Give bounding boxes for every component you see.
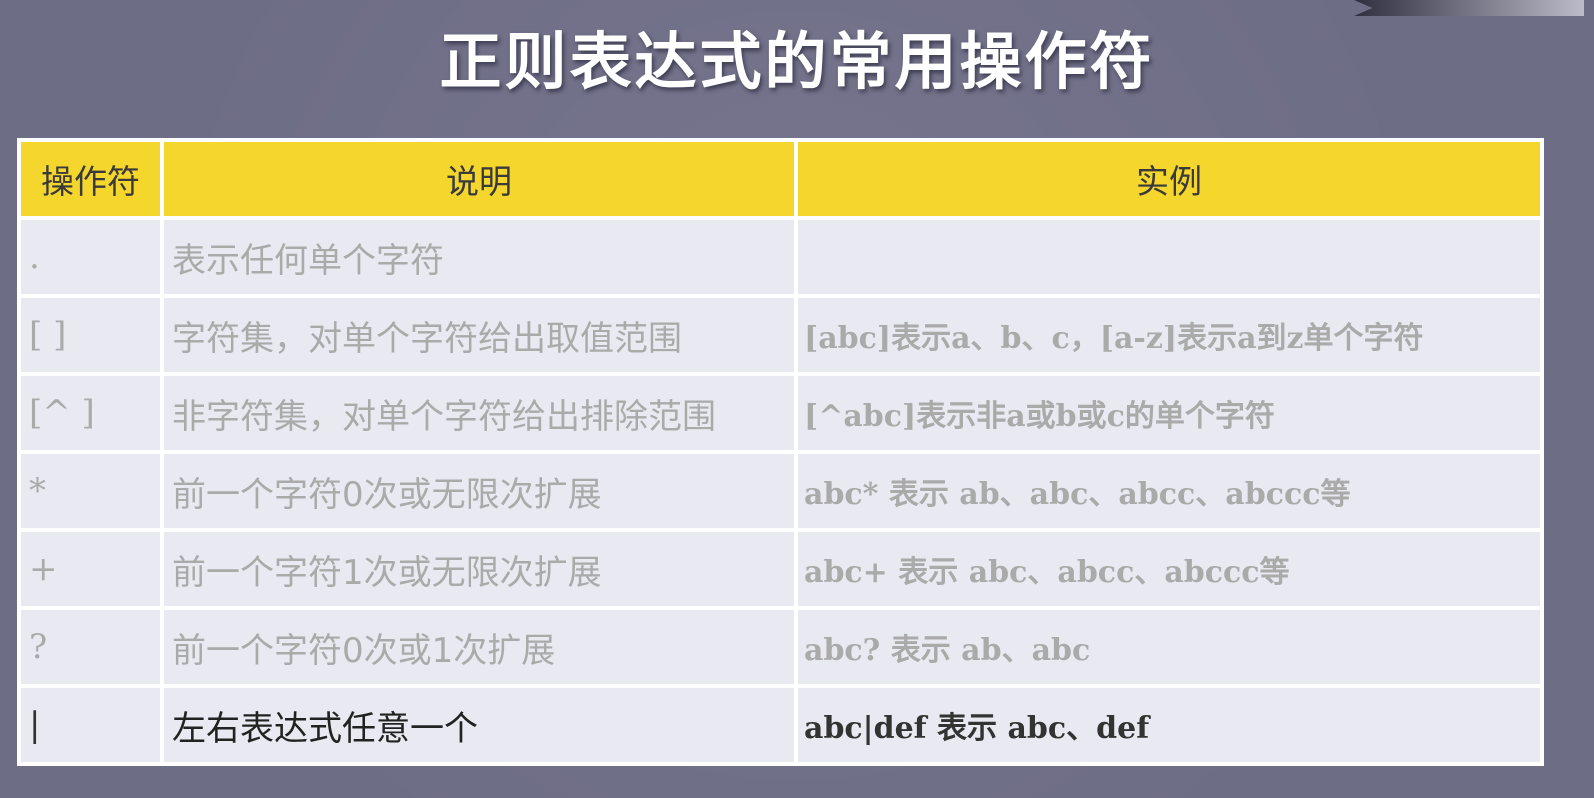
example-cell: abc* 表示 ab、abc、abcc、abccc等: [798, 454, 1540, 528]
operator-cell: .: [21, 220, 160, 294]
table-row: [ ] 字符集，对单个字符给出取值范围 [abc]表示a、b、c，[a-z]表示…: [21, 298, 1540, 372]
operator-cell: *: [21, 454, 160, 528]
example-cell: [^abc]表示非a或b或c的单个字符: [798, 376, 1540, 450]
operator-cell: [ ]: [21, 298, 160, 372]
table-row: ? 前一个字符0次或1次扩展 abc? 表示 ab、abc: [21, 610, 1540, 684]
example-cell: abc+ 表示 abc、abcc、abccc等: [798, 532, 1540, 606]
corner-watermark: [1354, 0, 1584, 16]
description-cell: 前一个字符1次或无限次扩展: [164, 532, 794, 606]
operator-cell: [^ ]: [21, 376, 160, 450]
example-cell: abc|def 表示 abc、def: [798, 688, 1540, 762]
example-cell: [abc]表示a、b、c，[a-z]表示a到z单个字符: [798, 298, 1540, 372]
example-cell: [798, 220, 1540, 294]
description-cell: 非字符集，对单个字符给出排除范围: [164, 376, 794, 450]
table-header-row: 操作符 说明 实例: [21, 142, 1540, 216]
operator-cell: |: [21, 688, 160, 762]
header-description: 说明: [164, 142, 794, 216]
description-cell: 前一个字符0次或无限次扩展: [164, 454, 794, 528]
description-cell: 表示任何单个字符: [164, 220, 794, 294]
example-cell: abc? 表示 ab、abc: [798, 610, 1540, 684]
table-row: [^ ] 非字符集，对单个字符给出排除范围 [^abc]表示非a或b或c的单个字…: [21, 376, 1540, 450]
header-example: 实例: [798, 142, 1540, 216]
header-operator: 操作符: [21, 142, 160, 216]
slide-title: 正则表达式的常用操作符: [439, 25, 1155, 98]
operator-cell: ?: [21, 610, 160, 684]
table-row-highlighted: | 左右表达式任意一个 abc|def 表示 abc、def: [21, 688, 1540, 762]
table-row: + 前一个字符1次或无限次扩展 abc+ 表示 abc、abcc、abccc等: [21, 532, 1540, 606]
operators-table: 操作符 说明 实例 . 表示任何单个字符 [ ] 字符集，对单个字符给出取值范围…: [17, 138, 1544, 766]
description-cell: 字符集，对单个字符给出取值范围: [164, 298, 794, 372]
table-row: . 表示任何单个字符: [21, 220, 1540, 294]
table-row: * 前一个字符0次或无限次扩展 abc* 表示 ab、abc、abcc、abcc…: [21, 454, 1540, 528]
operator-cell: +: [21, 532, 160, 606]
description-cell: 左右表达式任意一个: [164, 688, 794, 762]
description-cell: 前一个字符0次或1次扩展: [164, 610, 794, 684]
